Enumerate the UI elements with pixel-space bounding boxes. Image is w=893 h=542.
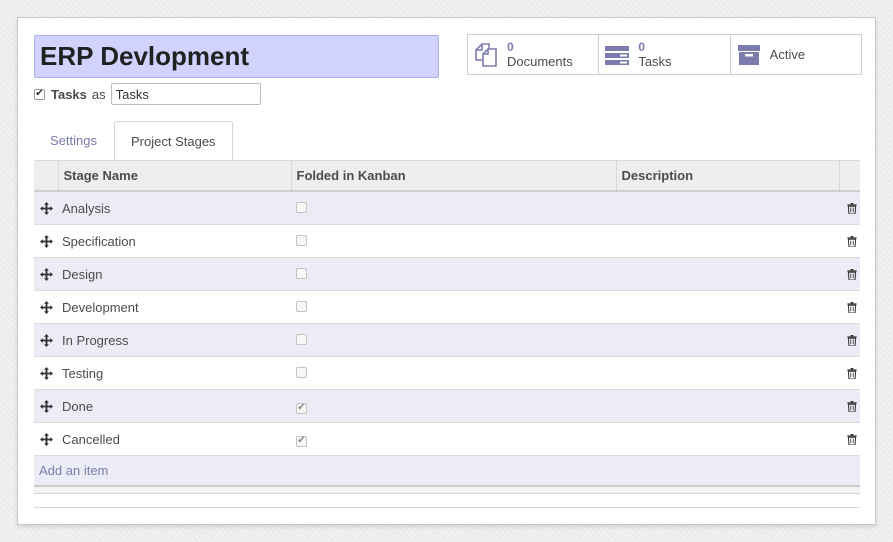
folded-checkbox [296, 333, 307, 345]
tasks-alias-input[interactable] [110, 83, 261, 105]
stage-name: Done [62, 398, 94, 414]
table-row[interactable]: Done ✔ [34, 389, 860, 423]
stage-name: Development [62, 299, 139, 315]
stage-name: Specification [62, 233, 136, 249]
tasks-label-row: ✔ Tasks as [34, 82, 261, 106]
drag-handle-icon[interactable] [40, 267, 53, 281]
trash-icon[interactable] [847, 268, 857, 280]
documents-button[interactable]: 0 Documents [468, 35, 600, 74]
form-separator [34, 507, 860, 508]
drag-handle-icon[interactable] [40, 300, 53, 314]
trash-icon[interactable] [847, 367, 857, 379]
tab-settings[interactable]: Settings [34, 121, 113, 160]
add-item-row: Add an item [34, 455, 860, 485]
project-name-field[interactable]: ERP Devlopment [34, 35, 439, 78]
table-footer [34, 485, 860, 494]
tasks-count: 0 [638, 39, 646, 54]
drag-handle-icon[interactable] [40, 333, 53, 347]
drag-handle-icon[interactable] [40, 366, 53, 380]
trash-icon[interactable] [847, 235, 857, 247]
stage-name: Design [62, 266, 103, 282]
documents-label: Documents [507, 53, 573, 69]
stages-table: Stage Name Folded in Kanban Description … [34, 160, 860, 485]
use-tasks-checkbox[interactable]: ✔ [34, 88, 45, 100]
delete-column-header [838, 160, 860, 192]
folded-checkbox [296, 201, 307, 213]
table-row[interactable]: Analysis [34, 190, 860, 225]
folded-column-header[interactable]: Folded in Kanban [290, 160, 616, 192]
folded-checkbox: ✔ [296, 402, 307, 414]
archive-icon [737, 44, 760, 65]
table-row[interactable]: Specification [34, 224, 860, 258]
drag-handle-icon[interactable] [40, 432, 53, 446]
trash-icon[interactable] [847, 433, 857, 445]
tasks-button[interactable]: 0 Tasks [599, 35, 731, 74]
notebook-tabs: Settings Project Stages [34, 121, 860, 162]
as-label: as [91, 86, 106, 102]
stage-name: In Progress [62, 332, 129, 348]
drag-handle-icon[interactable] [40, 399, 53, 413]
trash-icon[interactable] [847, 202, 857, 214]
stage-name: Analysis [62, 200, 111, 216]
trash-icon[interactable] [847, 334, 857, 346]
documents-icon [475, 42, 497, 67]
drag-handle-icon[interactable] [40, 201, 53, 215]
stage-name: Testing [62, 365, 104, 381]
stage-name: Cancelled [62, 431, 120, 447]
tasks-icon [605, 45, 630, 65]
drag-handle-icon[interactable] [40, 234, 53, 248]
handle-column-header [34, 160, 58, 192]
folded-checkbox [296, 366, 307, 378]
table-row[interactable]: Development [34, 290, 860, 324]
folded-checkbox [296, 234, 307, 246]
add-item-link[interactable]: Add an item [38, 463, 108, 478]
folded-checkbox: ✔ [296, 435, 307, 447]
table-row[interactable]: In Progress [34, 323, 860, 357]
form-sheet: ERP Devlopment ✔ Tasks as 0 Documents [17, 17, 876, 525]
table-row[interactable]: Testing [34, 356, 860, 390]
project-name: ERP Devlopment [40, 41, 250, 71]
tab-project-stages[interactable]: Project Stages [114, 121, 233, 162]
tasks-button-label: Tasks [638, 53, 672, 69]
stage-name-column-header[interactable]: Stage Name [57, 160, 291, 192]
trash-icon[interactable] [847, 301, 857, 313]
smart-buttons: 0 Documents 0 Tasks Active [467, 34, 862, 75]
table-row[interactable]: Design [34, 257, 860, 291]
active-status-label: Active [769, 47, 806, 62]
description-column-header[interactable]: Description [615, 160, 839, 192]
table-row[interactable]: Cancelled ✔ [34, 422, 860, 456]
tasks-label: Tasks [51, 86, 87, 102]
trash-icon[interactable] [847, 400, 857, 412]
folded-checkbox [296, 300, 307, 312]
active-toggle-button[interactable]: Active [731, 35, 861, 74]
table-header-row: Stage Name Folded in Kanban Description [34, 160, 860, 192]
folded-checkbox [296, 267, 307, 279]
documents-count: 0 [507, 39, 514, 54]
